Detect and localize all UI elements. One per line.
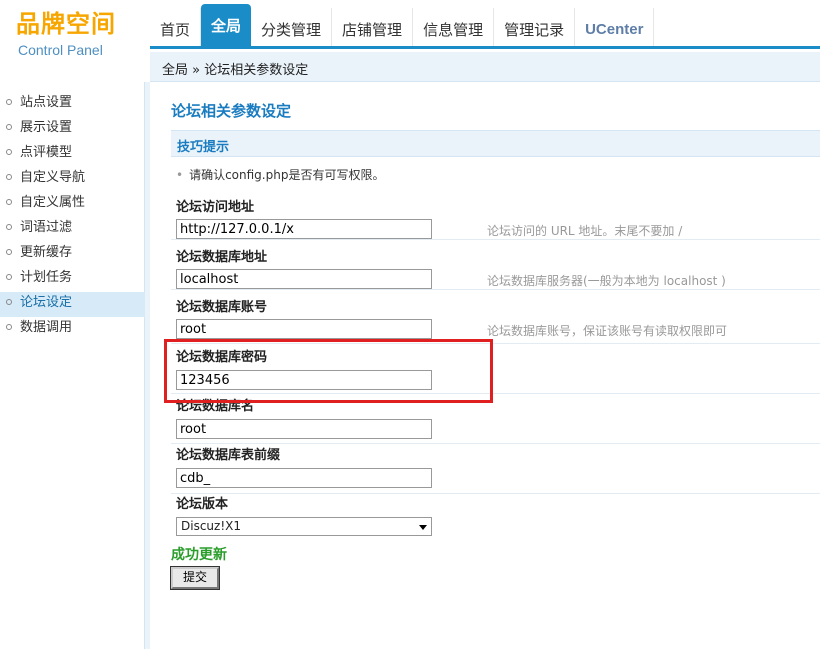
breadcrumb-bar: 全局 » 论坛相关参数设定	[150, 52, 820, 82]
field-hint: 论坛数据库账号，保证该账号有读取权限即可	[487, 324, 728, 338]
sidebar-item-custom-nav[interactable]: 自定义导航	[0, 167, 145, 192]
db-user-input[interactable]	[176, 319, 432, 339]
sidebar: 站点设置 展示设置 点评模型 自定义导航 自定义属性 词语过滤 更新缓存 计划任…	[0, 82, 145, 649]
sidebar-item-label: 数据调用	[20, 320, 73, 335]
db-host-input[interactable]	[176, 269, 432, 289]
header: 品牌空间 Control Panel 首页 全局 分类管理 店铺管理 信息管理 …	[0, 0, 820, 82]
chevron-down-icon	[419, 525, 427, 530]
forum-version-value: Discuz!X1	[181, 519, 241, 533]
tab-shop-management[interactable]: 店铺管理	[332, 8, 414, 48]
field-hint: 论坛数据库服务器(一般为本地为 localhost )	[487, 274, 726, 288]
logo-subtitle: Control Panel	[18, 42, 103, 58]
logo: 品牌空间 Control Panel	[0, 0, 145, 78]
sidebar-item-label: 展示设置	[20, 120, 73, 135]
sidebar-item-custom-attributes[interactable]: 自定义属性	[0, 192, 145, 217]
forum-version-select[interactable]: Discuz!X1	[176, 517, 432, 536]
field-row-db-prefix: 论坛数据库表前缀	[171, 444, 820, 494]
tip-header: 技巧提示	[171, 130, 820, 157]
field-row-db-name: 论坛数据库名	[171, 394, 820, 444]
field-row-db-host: 论坛数据库地址 论坛数据库服务器(一般为本地为 localhost )	[171, 240, 820, 290]
tip-text: • 请确认config.php是否有可写权限。	[176, 166, 384, 183]
db-name-input[interactable]	[176, 419, 432, 439]
field-row-forum-url: 论坛访问地址 论坛访问的 URL 地址。末尾不要加 /	[171, 190, 820, 240]
sidebar-item-forum-settings[interactable]: 论坛设定	[0, 292, 145, 317]
sidebar-item-label: 自定义导航	[20, 170, 86, 185]
bullet-icon	[6, 199, 12, 205]
sidebar-item-label: 站点设置	[20, 95, 73, 110]
sidebar-item-label: 点评模型	[20, 145, 73, 160]
sidebar-item-label: 更新缓存	[20, 245, 73, 260]
sidebar-item-label: 词语过滤	[20, 220, 73, 235]
forum-url-input[interactable]	[176, 219, 432, 239]
nav-underline	[150, 46, 820, 49]
tab-category-management[interactable]: 分类管理	[251, 8, 333, 48]
sidebar-item-label: 自定义属性	[20, 195, 86, 210]
sidebar-item-update-cache[interactable]: 更新缓存	[0, 242, 145, 267]
sidebar-item-site-settings[interactable]: 站点设置	[0, 92, 145, 117]
field-label: 论坛版本	[176, 497, 229, 512]
tab-ucenter[interactable]: UCenter	[575, 8, 655, 48]
tip-header-label: 技巧提示	[177, 140, 230, 155]
tip-message: 请确认config.php是否有可写权限。	[189, 168, 385, 182]
field-label: 论坛数据库密码	[176, 350, 268, 365]
db-password-input[interactable]	[176, 370, 432, 390]
tab-management-log[interactable]: 管理记录	[494, 8, 576, 48]
control-panel: 品牌空间 Control Panel 首页 全局 分类管理 店铺管理 信息管理 …	[0, 0, 820, 649]
bullet-icon	[6, 224, 12, 230]
page-title: 论坛相关参数设定	[171, 102, 292, 120]
sidebar-item-word-filter[interactable]: 词语过滤	[0, 217, 145, 242]
field-label: 论坛数据库地址	[176, 250, 268, 265]
sidebar-item-scheduled-tasks[interactable]: 计划任务	[0, 267, 145, 292]
success-message: 成功更新	[171, 547, 227, 563]
field-label: 论坛数据库名	[176, 399, 255, 414]
tab-global[interactable]: 全局	[201, 4, 252, 48]
sidebar-item-display-settings[interactable]: 展示设置	[0, 117, 145, 142]
bullet-icon	[6, 324, 12, 330]
bullet-icon	[6, 124, 12, 130]
tab-home[interactable]: 首页	[150, 8, 202, 48]
bullet-icon	[6, 299, 12, 305]
db-prefix-input[interactable]	[176, 468, 432, 488]
bullet-icon	[6, 174, 12, 180]
bullet-icon	[6, 149, 12, 155]
sidebar-menu: 站点设置 展示设置 点评模型 自定义导航 自定义属性 词语过滤 更新缓存 计划任…	[0, 92, 145, 342]
field-label: 论坛访问地址	[176, 200, 255, 215]
field-row-db-password: 论坛数据库密码	[171, 344, 820, 394]
sidebar-item-label: 计划任务	[20, 270, 73, 285]
sidebar-item-data-call[interactable]: 数据调用	[0, 317, 145, 342]
field-row-db-user: 论坛数据库账号 论坛数据库账号，保证该账号有读取权限即可	[171, 290, 820, 344]
submit-button[interactable]: 提交	[170, 566, 220, 590]
sidebar-item-review-model[interactable]: 点评模型	[0, 142, 145, 167]
main-nav: 首页 全局 分类管理 店铺管理 信息管理 管理记录 UCenter	[150, 4, 655, 48]
logo-title: 品牌空间	[16, 10, 116, 38]
breadcrumb: 全局 » 论坛相关参数设定	[162, 63, 309, 78]
bullet-icon: •	[176, 168, 184, 182]
field-row-forum-version: 论坛版本 Discuz!X1	[171, 494, 820, 540]
field-label: 论坛数据库账号	[176, 300, 268, 315]
sidebar-item-label: 论坛设定	[20, 295, 73, 310]
bullet-icon	[6, 274, 12, 280]
bullet-icon	[6, 249, 12, 255]
bullet-icon	[6, 99, 12, 105]
field-hint: 论坛访问的 URL 地址。末尾不要加 /	[487, 224, 683, 238]
tab-info-management[interactable]: 信息管理	[413, 8, 495, 48]
field-label: 论坛数据库表前缀	[176, 448, 281, 463]
main-content: 论坛相关参数设定 技巧提示 • 请确认config.php是否有可写权限。 论坛访…	[150, 82, 820, 649]
